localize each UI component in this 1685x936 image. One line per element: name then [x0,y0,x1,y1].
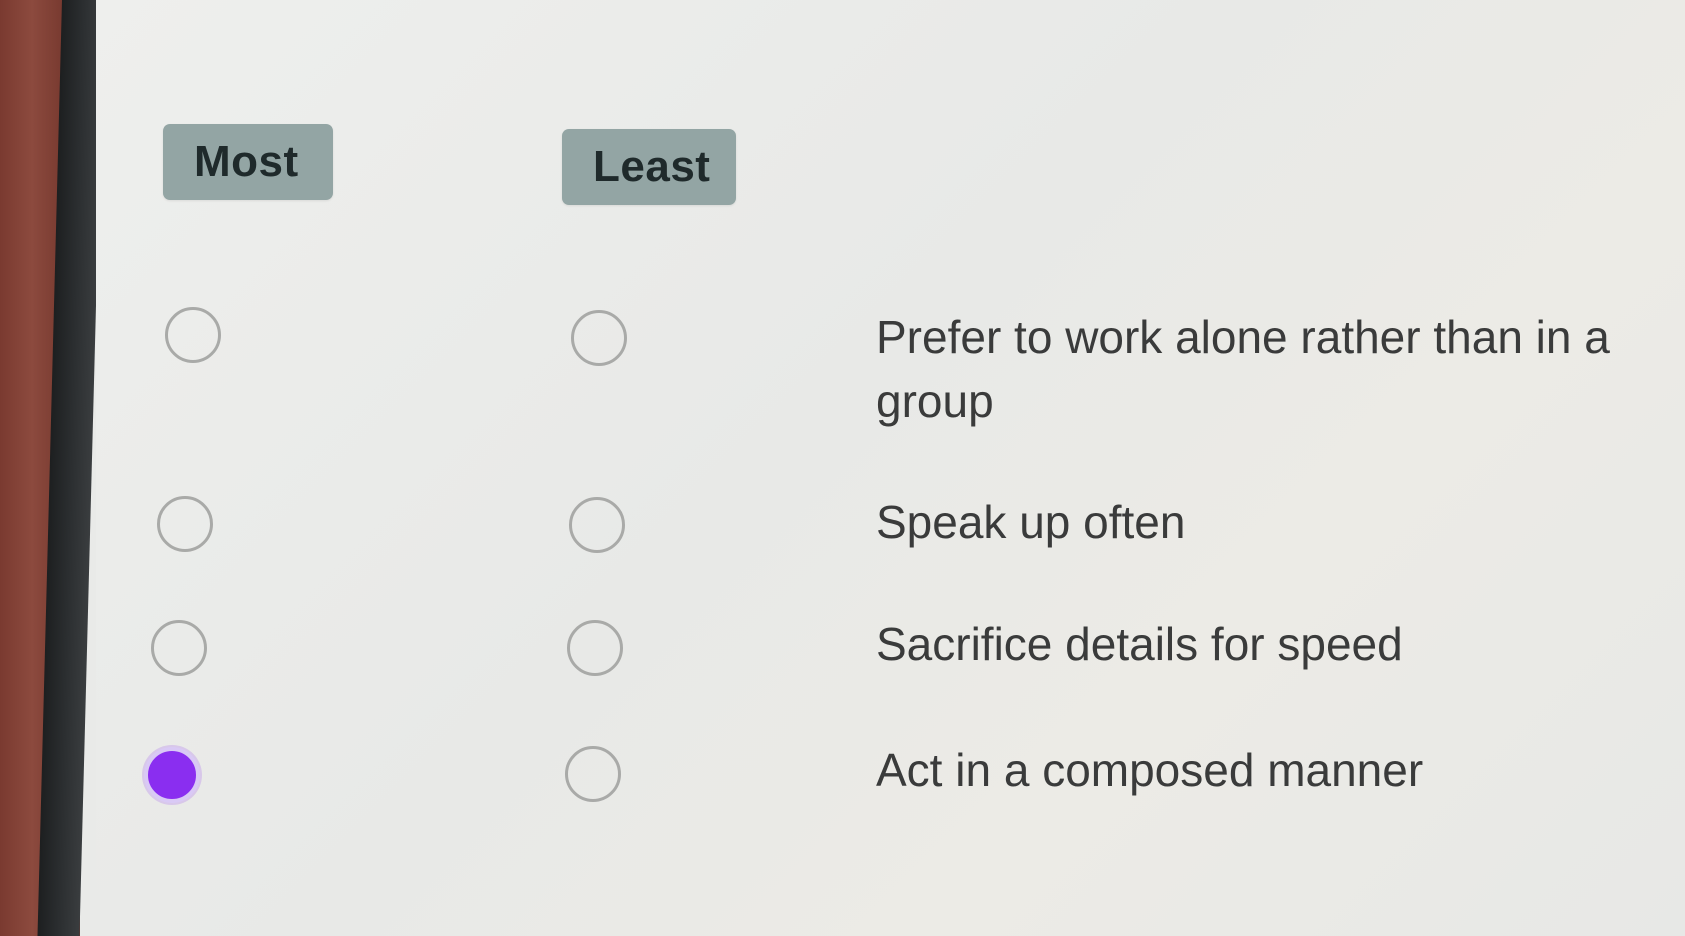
most-radio[interactable] [157,496,213,552]
statement-label: Prefer to work alone rather than in a gr… [876,311,1610,427]
statement-label: Sacrifice details for speed [876,618,1403,670]
most-radio[interactable] [165,307,221,363]
statement-label: Speak up often [876,496,1186,548]
most-radio-selected[interactable] [144,747,200,803]
least-radio[interactable] [569,497,625,553]
most-radio[interactable] [151,620,207,676]
least-radio[interactable] [567,620,623,676]
least-radio[interactable] [565,746,621,802]
least-radio[interactable] [571,310,627,366]
column-header-least: Least [562,129,736,205]
statement-label: Act in a composed manner [876,744,1424,796]
column-header-most: Most [163,124,333,200]
